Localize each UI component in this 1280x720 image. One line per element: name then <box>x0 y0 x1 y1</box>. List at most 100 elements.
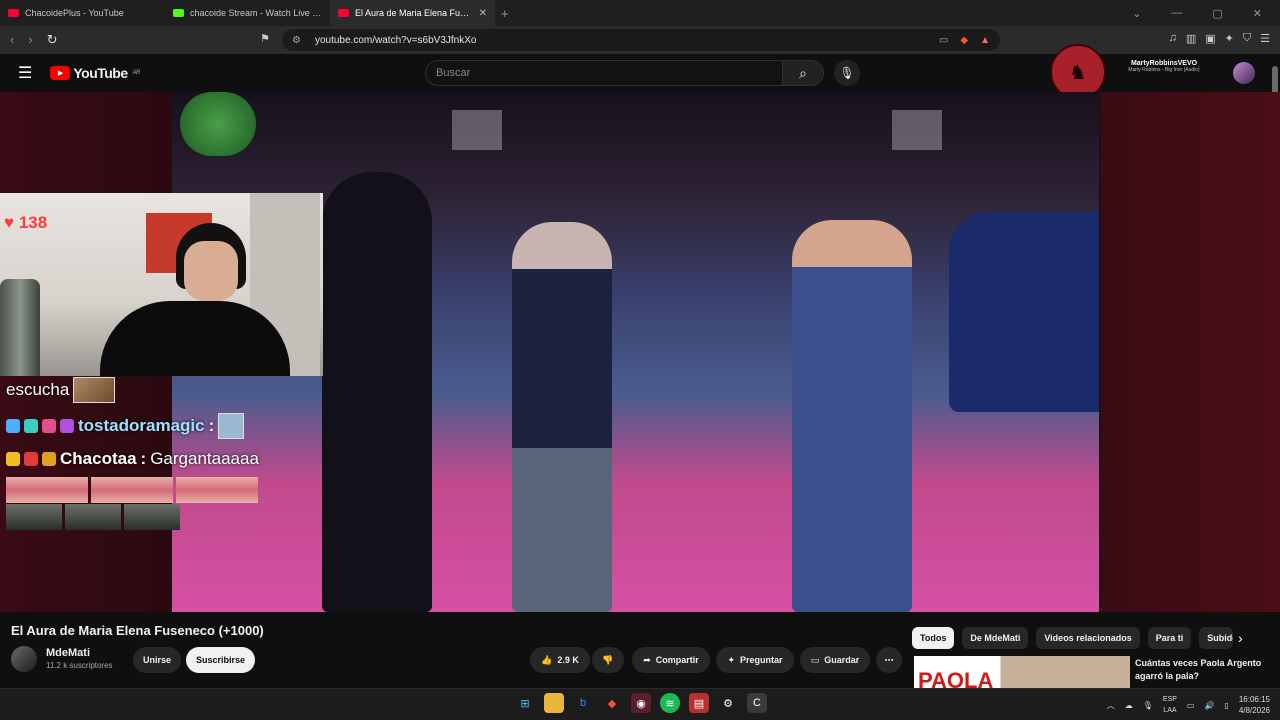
chat-text: escucha <box>6 380 70 399</box>
subscribe-button[interactable]: Suscribirse <box>186 647 255 673</box>
new-tab-icon[interactable]: + <box>501 6 509 21</box>
volume-icon[interactable]: 🔊 <box>1204 701 1214 710</box>
input-language[interactable]: ESP LAA <box>1163 694 1177 716</box>
menu-icon[interactable]: ☰ <box>1260 32 1270 45</box>
omni-actions: ▭ ◆ ▲ <box>939 35 990 46</box>
chevron-right-icon[interactable]: › <box>1238 630 1243 646</box>
youtube-logo[interactable]: ▶ YouTube AR <box>50 65 141 81</box>
minimize-icon[interactable]: — <box>1171 7 1182 19</box>
recommended-title[interactable]: Cuántas veces Paola Argento agarró la pa… <box>1135 657 1275 683</box>
dislike-button[interactable]: 👎 <box>592 647 624 673</box>
search-input[interactable]: Buscar <box>425 60 783 86</box>
thumbnail-text: PAOLA <box>918 668 994 688</box>
chip-uploaded[interactable]: Subido <box>1199 627 1234 649</box>
browser-tab-1[interactable]: ChacoidePlus - YouTube <box>0 0 165 26</box>
video-player[interactable]: ♥ 138 escucha tostadoramagic: Chacotaa: … <box>0 92 1280 612</box>
forward-icon[interactable]: › <box>28 32 32 48</box>
url-text: youtube.com/watch?v=s6bV3JfnkXo <box>314 34 477 46</box>
ask-button[interactable]: ✦ Preguntar <box>716 647 794 673</box>
battery-icon[interactable]: ▯ <box>1224 701 1228 710</box>
onedrive-icon[interactable]: ☁ <box>1125 701 1133 710</box>
cast-icon[interactable]: ▭ <box>939 35 948 46</box>
chat-text: Gargantaaaaa <box>150 449 259 468</box>
chat-message: escucha <box>6 377 306 403</box>
sparkle-icon: ✦ <box>727 654 736 665</box>
brave-shield-icon[interactable]: ◆ <box>960 35 968 46</box>
steam-icon[interactable]: ⚙ <box>718 693 738 713</box>
bookmark-icon[interactable]: ⚑ <box>260 32 270 45</box>
chat-username: tostadoramagic <box>78 416 205 435</box>
emote-row-lips <box>6 477 306 503</box>
media-app-icon[interactable]: ▤ <box>689 693 709 713</box>
clock[interactable]: 16:06:15 4/8/2026 <box>1239 694 1270 716</box>
share-button[interactable]: ➦ Compartir <box>632 647 710 673</box>
chip-todos[interactable]: Todos <box>912 627 955 649</box>
vpn-icon[interactable]: ⛉ <box>1243 32 1251 45</box>
obs-icon[interactable]: ◉ <box>631 693 651 713</box>
search-icon[interactable]: ⌕ <box>782 60 824 86</box>
chat-message: Chacotaa: Gargantaaaaa <box>6 449 306 469</box>
extension-icons: ♫ ▥ ▣ ✦ ⛉ ☰ <box>1169 32 1270 45</box>
emote-row-guns <box>6 501 306 530</box>
now-playing-subtitle: Marty Robbins - Big Iron (Audio) <box>1128 67 1200 73</box>
back-icon[interactable]: ‹ <box>10 32 14 48</box>
sidebar-icon[interactable]: ▥ <box>1186 32 1196 45</box>
browser-tab-3[interactable]: El Aura de Maria Elena Fusene ✕ <box>330 0 495 26</box>
reload-icon[interactable]: ↻ <box>47 32 58 48</box>
chip-for-you[interactable]: Para ti <box>1147 627 1192 649</box>
share-icon: ➦ <box>643 654 651 665</box>
address-bar[interactable]: ⚙ youtube.com/watch?v=s6bV3JfnkXo ▭ ◆ ▲ <box>282 29 1000 51</box>
more-actions-button[interactable]: ⋯ <box>876 647 902 673</box>
chat-colon: : <box>140 449 147 468</box>
like-button[interactable]: 👍 2.9 K <box>530 647 590 673</box>
leo-icon[interactable]: ✦ <box>1225 32 1234 45</box>
hamburger-menu-icon[interactable]: ☰ <box>18 63 32 83</box>
taskbar-apps: ⊞ b ◆ ◉ ≋ ▤ ⚙ C <box>515 693 767 713</box>
maximize-icon[interactable]: ▢ <box>1212 7 1222 20</box>
spotify-icon[interactable]: ≋ <box>660 693 680 713</box>
dropdown-icon[interactable]: ⌄ <box>1132 7 1141 20</box>
sword-badge-icon <box>6 419 20 433</box>
chat-colon: : <box>208 416 215 435</box>
close-tab-icon[interactable]: ✕ <box>479 8 487 19</box>
microphone-icon[interactable]: 🎙 <box>834 60 860 86</box>
file-explorer-icon[interactable] <box>544 693 564 713</box>
tab-title: chacoide Stream - Watch Live on <box>190 8 322 18</box>
window-controls: ⌄ — ▢ ✕ <box>1132 0 1280 26</box>
account-avatar[interactable] <box>1233 62 1255 84</box>
arena-lights <box>172 110 1099 150</box>
network-icon[interactable]: ▭ <box>1187 701 1195 710</box>
share-label: Compartir <box>655 655 699 665</box>
join-label: Unirse <box>143 655 172 665</box>
media-icon[interactable]: ♫ <box>1169 32 1177 45</box>
like-count: 138 <box>18 213 48 232</box>
tab-title: El Aura de Maria Elena Fusene <box>355 8 473 18</box>
close-window-icon[interactable]: ✕ <box>1253 7 1262 20</box>
bing-icon[interactable]: b <box>573 693 593 713</box>
save-button[interactable]: ▭ Guardar <box>800 647 870 673</box>
mic-tray-icon[interactable]: 🎙 <box>1143 701 1153 710</box>
channel-name[interactable]: MdeMati <box>46 647 90 659</box>
recommended-thumbnail[interactable]: PAOLA <box>914 656 1130 688</box>
lips-emote-icon <box>91 477 173 503</box>
now-playing[interactable]: MartyRobbinsVEVO Marty Robbins - Big Iro… <box>1114 60 1214 73</box>
brave-rewards-icon[interactable]: ▲ <box>980 35 990 46</box>
youtube-favicon-icon <box>8 9 19 17</box>
join-button[interactable]: Unirse <box>133 647 181 673</box>
wallet-icon[interactable]: ▣ <box>1205 32 1215 45</box>
brave-icon[interactable]: ◆ <box>602 693 622 713</box>
more-icon: ⋯ <box>884 654 894 665</box>
cursor-app-icon[interactable]: C <box>747 693 767 713</box>
heart-badge-icon <box>42 419 56 433</box>
chat-username: Chacotaa <box>60 449 137 468</box>
browser-tab-2[interactable]: chacoide Stream - Watch Live on <box>165 0 330 26</box>
chip-channel[interactable]: De MdeMati <box>962 627 1029 649</box>
windows-start-icon[interactable]: ⊞ <box>515 693 535 713</box>
system-tray: ︿ ☁ 🎙 ESP LAA ▭ 🔊 ▯ 16:06:15 4/8/2026 <box>1107 694 1270 716</box>
channel-avatar[interactable] <box>11 646 37 672</box>
gun-emote-icon <box>124 504 180 530</box>
chip-related[interactable]: Videos relacionados <box>1036 627 1140 649</box>
site-info-icon[interactable]: ⚙ <box>292 35 301 46</box>
tray-expand-icon[interactable]: ︿ <box>1107 700 1115 711</box>
channel-watermark-icon <box>180 92 256 156</box>
